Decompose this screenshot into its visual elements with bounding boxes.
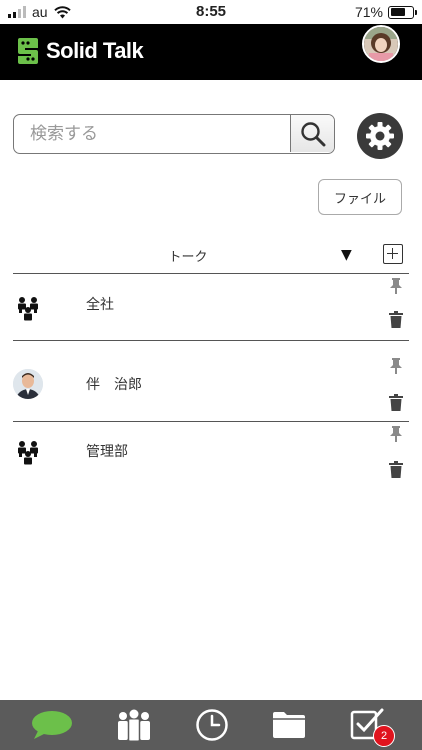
sort-dropdown-icon[interactable]: ▼ xyxy=(341,247,352,263)
pin-icon[interactable] xyxy=(389,278,403,294)
talk-title: トーク xyxy=(168,250,208,265)
app-name: Solid Talk xyxy=(46,38,144,63)
status-right: 71% xyxy=(354,4,417,20)
pin-icon[interactable] xyxy=(389,358,403,374)
tab-talk[interactable] xyxy=(22,700,82,750)
tab-members[interactable] xyxy=(104,700,164,750)
app-header: Solid Talk xyxy=(0,24,422,80)
talk-name: 管理部 xyxy=(86,444,128,460)
clock-icon xyxy=(196,709,228,741)
trash-icon[interactable] xyxy=(389,394,403,411)
talk-row-all-company[interactable]: 全社 xyxy=(13,274,409,341)
trash-icon[interactable] xyxy=(389,461,403,478)
search-button[interactable] xyxy=(290,115,334,152)
group-icon xyxy=(18,441,38,465)
task-badge: 2 xyxy=(373,725,395,747)
file-button[interactable]: ファイル xyxy=(318,179,402,215)
bottom-tab-bar xyxy=(0,700,422,750)
chat-bubble-icon xyxy=(32,711,72,739)
talk-list-header: トーク ▼ xyxy=(13,240,409,274)
add-talk-button[interactable] xyxy=(383,244,403,264)
person-photo xyxy=(13,369,43,399)
search-input[interactable] xyxy=(14,115,291,152)
tab-files[interactable] xyxy=(259,700,319,750)
talk-name: 全社 xyxy=(86,297,114,313)
settings-button[interactable] xyxy=(357,113,403,159)
trash-icon[interactable] xyxy=(389,311,403,328)
talk-row-person[interactable]: 伴 治郎 xyxy=(13,354,409,422)
talk-row-admin-dept[interactable]: 管理部 xyxy=(13,422,409,489)
solidtalk-logo-icon xyxy=(18,38,38,64)
pin-icon[interactable] xyxy=(389,426,403,442)
group-icon xyxy=(18,297,38,321)
status-bar: au 8:55 71% xyxy=(0,0,422,24)
battery-level xyxy=(390,8,406,16)
app-logo[interactable]: Solid Talk xyxy=(16,36,144,66)
search-icon xyxy=(300,121,325,146)
user-photo xyxy=(364,27,398,61)
avatar xyxy=(13,369,43,399)
search-box xyxy=(13,114,335,154)
gear-icon xyxy=(366,122,394,150)
user-avatar[interactable] xyxy=(362,25,400,63)
tab-history[interactable] xyxy=(182,700,242,750)
battery-percent: 71% xyxy=(354,4,383,20)
folder-icon xyxy=(273,712,305,738)
people-icon xyxy=(118,709,150,741)
battery-icon xyxy=(388,5,417,19)
talk-name: 伴 治郎 xyxy=(86,377,142,393)
